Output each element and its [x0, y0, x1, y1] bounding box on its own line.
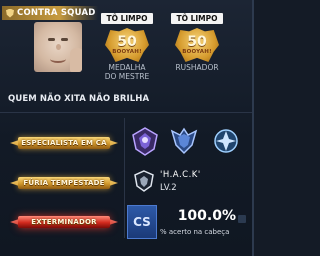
title-banner-exterminador[interactable]: EXTERMINADOR — [10, 209, 118, 235]
medal-label: RUSHADOR — [166, 63, 228, 72]
medal-label-line1: RUSHADOR — [175, 63, 219, 72]
avatar-nose — [56, 44, 61, 50]
medal-number: 50 — [187, 34, 207, 50]
skull-wings-emblem-icon[interactable] — [128, 124, 162, 158]
banner-text: EXTERMINADOR — [31, 218, 97, 226]
booyah-medal-icon: 50 BOOYAH! — [105, 28, 149, 62]
medal-card-rushador[interactable]: TÔ LIMPO 50 BOOYAH! RUSHADOR — [166, 6, 228, 72]
player-rank-icon — [134, 170, 154, 192]
banner-text: ESPECIALISTA EM CA — [21, 139, 107, 147]
shield-icon — [6, 8, 14, 18]
avatar-eye — [48, 38, 55, 41]
headshot-percentage: 100.0% — [177, 208, 236, 224]
player-level: LV.2 — [160, 183, 177, 193]
player-name[interactable]: 'H.A.C.K' — [160, 170, 201, 180]
divider — [0, 112, 252, 113]
squad-tag[interactable]: CONTRA SQUAD — [2, 6, 98, 20]
scroll-indicator[interactable] — [238, 215, 246, 223]
medal-number: 50 — [117, 34, 137, 50]
medal-label-line2: DO MESTRE — [104, 72, 150, 81]
avatar[interactable] — [34, 22, 82, 72]
medal-label: MEDALHA DO MESTRE — [96, 63, 158, 81]
banner-text: FÚRIA TEMPESTADE — [23, 179, 105, 187]
title-banner-tempestade[interactable]: FÚRIA TEMPESTADE — [10, 170, 118, 196]
squad-label: CONTRA SQUAD — [17, 8, 96, 18]
wolf-emblem-icon[interactable] — [167, 124, 201, 158]
avatar-hand — [70, 48, 82, 72]
column-divider — [124, 118, 125, 238]
crest-emblem-icon[interactable] — [209, 124, 243, 158]
status-badge: TÔ LIMPO — [171, 13, 223, 24]
medal-label-line1: MEDALHA — [108, 63, 146, 72]
title-banner-especialista[interactable]: ESPECIALISTA EM CA — [10, 130, 118, 156]
profile-panel: CONTRA SQUAD TÔ LIMPO 50 BOOYAH! MEDALHA… — [0, 0, 254, 256]
status-badge: TÔ LIMPO — [101, 13, 153, 24]
cs-rank-icon[interactable]: CS — [127, 205, 157, 239]
booyah-medal-icon: 50 BOOYAH! — [175, 28, 219, 62]
headshot-label: % acerto na cabeça — [160, 228, 230, 236]
section-title: QUEM NÃO XITA NÃO BRILHA — [8, 94, 150, 104]
avatar-mouth — [50, 55, 66, 63]
cs-icon-text: CS — [133, 215, 151, 229]
medal-sub: BOOYAH! — [112, 49, 142, 55]
medal-sub: BOOYAH! — [182, 49, 212, 55]
medal-card-mestre[interactable]: TÔ LIMPO 50 BOOYAH! MEDALHA DO MESTRE — [96, 6, 158, 81]
avatar-eye — [61, 38, 68, 41]
